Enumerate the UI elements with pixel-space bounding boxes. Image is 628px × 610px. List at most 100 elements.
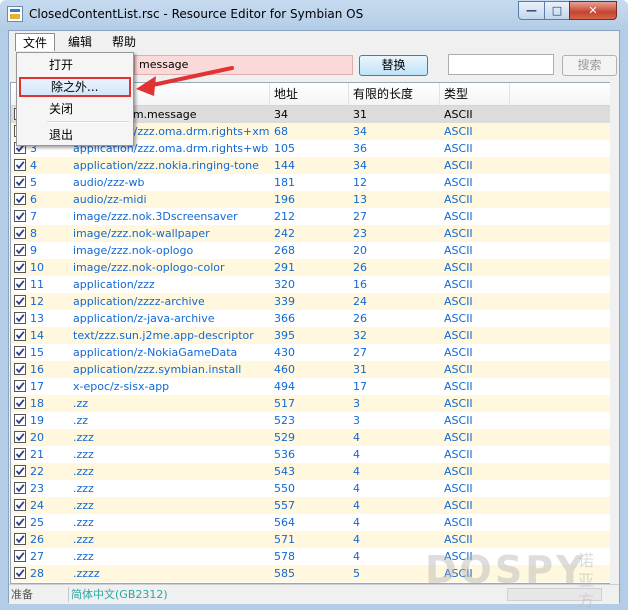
column-header-type[interactable]: 类型 — [440, 83, 510, 105]
table-row[interactable]: 11 application/zzz 320 16 ASCII — [11, 276, 610, 293]
row-checkbox[interactable] — [14, 210, 26, 222]
table-row[interactable]: 8 image/zzz.nok-wallpaper 242 23 ASCII — [11, 225, 610, 242]
resource-length: 16 — [353, 278, 367, 291]
search-button[interactable]: 搜索 — [562, 55, 617, 76]
menu-bar: 文件 编辑 帮助 — [9, 31, 619, 53]
row-checkbox[interactable] — [14, 414, 26, 426]
menu-file[interactable]: 文件 — [15, 33, 56, 51]
menu-help[interactable]: 帮助 — [105, 33, 143, 51]
resource-address: 550 — [274, 482, 295, 495]
table-row[interactable]: 21 .zzz 536 4 ASCII — [11, 446, 610, 463]
status-text: 准备 — [11, 587, 69, 602]
table-row[interactable]: 13 application/z-java-archive 366 26 ASCII — [11, 310, 610, 327]
column-header-address[interactable]: 地址 — [270, 83, 349, 105]
table-row[interactable]: 12 application/zzzz-archive 339 24 ASCII — [11, 293, 610, 310]
resource-name: .zzz — [73, 516, 94, 529]
resource-address: 460 — [274, 363, 295, 376]
table-row[interactable]: 25 .zzz 564 4 ASCII — [11, 514, 610, 531]
row-index: 22 — [30, 465, 44, 478]
resource-type: ASCII — [444, 414, 473, 427]
replace-button[interactable]: 替换 — [359, 55, 428, 76]
row-checkbox[interactable] — [14, 159, 26, 171]
table-row[interactable]: 10 image/zzz.nok-oplogo-color 291 26 ASCII — [11, 259, 610, 276]
resource-type: ASCII — [444, 244, 473, 257]
resource-name: audio/zzz-wb — [73, 176, 145, 189]
row-checkbox[interactable] — [14, 533, 26, 545]
resource-name: .zz — [73, 397, 89, 410]
resource-address: 430 — [274, 346, 295, 359]
encoding-status[interactable]: 简体中文(GB2312) — [71, 587, 168, 602]
row-checkbox[interactable] — [14, 567, 26, 579]
find-input[interactable]: message — [134, 55, 353, 75]
resource-type: ASCII — [444, 227, 473, 240]
row-checkbox[interactable] — [14, 465, 26, 477]
table-row[interactable]: 22 .zzz 543 4 ASCII — [11, 463, 610, 480]
resource-address: 68 — [274, 125, 288, 138]
table-row[interactable]: 9 image/zzz.nok-oplogo 268 20 ASCII — [11, 242, 610, 259]
search-input[interactable] — [448, 54, 554, 75]
table-row[interactable]: 7 image/zzz.nok.3Dscreensaver 212 27 ASCII — [11, 208, 610, 225]
row-index: 12 — [30, 295, 44, 308]
row-checkbox[interactable] — [14, 397, 26, 409]
minimize-button[interactable]: — — [518, 1, 545, 20]
table-row[interactable]: 18 .zz 517 3 ASCII — [11, 395, 610, 412]
menu-item-close[interactable]: 关闭 — [19, 99, 131, 119]
row-index: 9 — [30, 244, 37, 257]
title-bar[interactable]: ClosedContentList.rsc - Resource Editor … — [0, 0, 628, 30]
table-row[interactable]: 24 .zzz 557 4 ASCII — [11, 497, 610, 514]
table-row[interactable]: 20 .zzz 529 4 ASCII — [11, 429, 610, 446]
resource-address: 529 — [274, 431, 295, 444]
table-row[interactable]: 4 application/zzz.nokia.ringing-tone 144 34… — [11, 157, 610, 174]
resource-type: ASCII — [444, 193, 473, 206]
row-checkbox[interactable] — [14, 227, 26, 239]
resource-type: ASCII — [444, 465, 473, 478]
row-checkbox[interactable] — [14, 448, 26, 460]
row-checkbox[interactable] — [14, 193, 26, 205]
row-checkbox[interactable] — [14, 482, 26, 494]
table-row[interactable]: 16 application/zzz.symbian.install 460 31 AS… — [11, 361, 610, 378]
row-checkbox[interactable] — [14, 499, 26, 511]
close-button[interactable]: ✕ — [569, 1, 617, 20]
row-checkbox[interactable] — [14, 550, 26, 562]
row-checkbox[interactable] — [14, 176, 26, 188]
column-header-length[interactable]: 有限的长度 — [349, 83, 440, 105]
table-row[interactable]: 26 .zzz 571 4 ASCII — [11, 531, 610, 548]
row-checkbox[interactable] — [14, 261, 26, 273]
resource-address: 585 — [274, 567, 295, 580]
resource-type: ASCII — [444, 329, 473, 342]
table-row[interactable]: 5 audio/zzz-wb 181 12 ASCII — [11, 174, 610, 191]
row-index: 23 — [30, 482, 44, 495]
row-checkbox[interactable] — [14, 516, 26, 528]
table-row[interactable]: 19 .zz 523 3 ASCII — [11, 412, 610, 429]
resource-list[interactable]: 地址 有限的长度 类型 1zzz.oma.drm.message3431ASCI… — [10, 82, 611, 584]
row-checkbox[interactable] — [14, 244, 26, 256]
row-checkbox[interactable] — [14, 295, 26, 307]
row-index: 13 — [30, 312, 44, 325]
menu-item-exit[interactable]: 退出 — [19, 125, 131, 145]
table-row[interactable]: 6 audio/zz-midi 196 13 ASCII — [11, 191, 610, 208]
row-checkbox[interactable] — [14, 278, 26, 290]
table-row[interactable]: 23 .zzz 550 4 ASCII — [11, 480, 610, 497]
file-menu-dropdown: 打开 除之外... 关闭 退出 — [16, 52, 134, 146]
table-row[interactable]: 17 x-epoc/z-sisx-app 494 17 ASCII — [11, 378, 610, 395]
row-checkbox[interactable] — [14, 329, 26, 341]
vertical-scrollbar[interactable] — [610, 82, 619, 584]
table-row[interactable]: 15 application/z-NokiaGameData 430 27 ASCII — [11, 344, 610, 361]
row-checkbox[interactable] — [14, 346, 26, 358]
maximize-button[interactable]: □ — [544, 1, 570, 20]
row-checkbox[interactable] — [14, 312, 26, 324]
resource-type: ASCII — [444, 278, 473, 291]
resource-length: 27 — [353, 346, 367, 359]
row-checkbox[interactable] — [14, 380, 26, 392]
resource-type: ASCII — [444, 312, 473, 325]
resource-length: 4 — [353, 550, 360, 563]
menu-item-open[interactable]: 打开 — [19, 55, 131, 75]
row-index: 7 — [30, 210, 37, 223]
row-checkbox[interactable] — [14, 363, 26, 375]
table-row[interactable]: 14 text/zzz.sun.j2me.app-descriptor 395 32 A… — [11, 327, 610, 344]
row-checkbox[interactable] — [14, 431, 26, 443]
menu-edit[interactable]: 编辑 — [61, 33, 99, 51]
row-index: 8 — [30, 227, 37, 240]
menu-item-except[interactable]: 除之外... — [19, 77, 131, 97]
resource-name: .zzz — [73, 448, 94, 461]
